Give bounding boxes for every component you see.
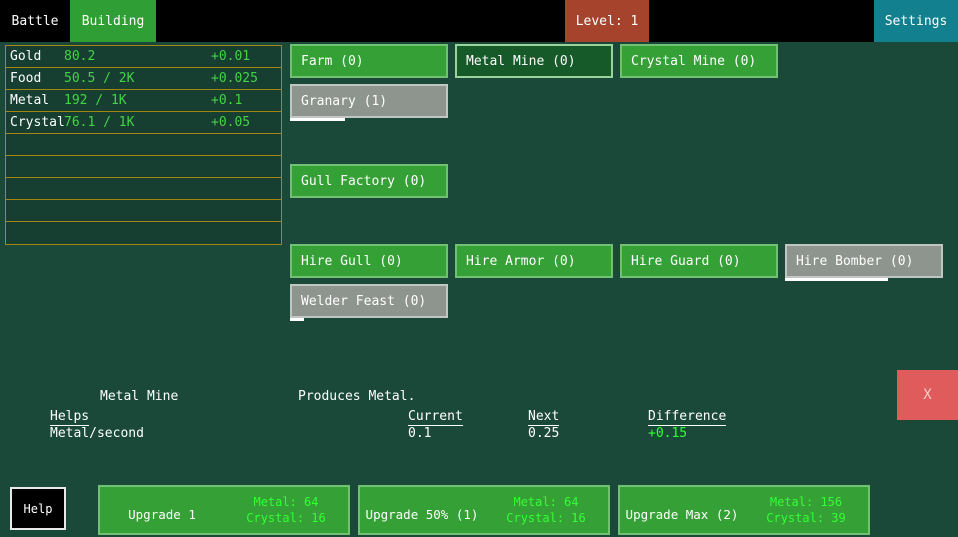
resource-row-empty [6, 178, 281, 200]
cost-crystal: Crystal: 39 [766, 510, 845, 526]
info-row-label: Metal/second [50, 426, 144, 441]
game-screen: Battle Building Level: 1 Settings Gold 8… [0, 0, 958, 537]
resource-row-food: Food 50.5 / 2K +0.025 [6, 68, 281, 90]
resource-row-empty [6, 134, 281, 156]
cost-crystal: Crystal: 16 [246, 510, 325, 526]
resource-row-crystal: Crystal 76.1 / 1K +0.05 [6, 112, 281, 134]
building-button-hire-gull[interactable]: Hire Gull (0) [290, 244, 448, 278]
welder-feast-progress-bar [290, 318, 304, 321]
resource-name: Metal [6, 93, 64, 108]
building-button-farm[interactable]: Farm (0) [290, 44, 448, 78]
resource-row-empty [6, 156, 281, 178]
building-button-hire-armor[interactable]: Hire Armor (0) [455, 244, 613, 278]
info-row-difference: +0.15 [648, 426, 687, 441]
top-bar: Battle Building Level: 1 Settings [0, 0, 958, 42]
upgrade-button-costs: Metal: 64 Crystal: 16 [224, 487, 348, 533]
cost-crystal: Crystal: 16 [506, 510, 585, 526]
info-col-next: Next [528, 409, 559, 426]
info-title: Metal Mine [100, 389, 178, 404]
resource-name: Gold [6, 49, 64, 64]
settings-button[interactable]: Settings [874, 0, 958, 42]
cost-metal: Metal: 156 [770, 494, 842, 510]
upgrade-max-button[interactable]: Upgrade Max (2) Metal: 156 Crystal: 39 [618, 485, 870, 535]
granary-progress-bar [290, 118, 345, 121]
resource-row-metal: Metal 192 / 1K +0.1 [6, 90, 281, 112]
resource-rate: +0.025 [211, 71, 281, 86]
resource-row-empty [6, 200, 281, 222]
help-button[interactable]: Help [10, 487, 66, 530]
upgrade-button-costs: Metal: 156 Crystal: 39 [744, 487, 868, 533]
building-button-metal-mine[interactable]: Metal Mine (0) [455, 44, 613, 78]
info-description: Produces Metal. [298, 389, 415, 404]
resource-value: 50.5 / 2K [64, 71, 211, 86]
resource-row-gold: Gold 80.2 +0.01 [6, 46, 281, 68]
building-button-welder-feast[interactable]: Welder Feast (0) [290, 284, 448, 318]
cost-metal: Metal: 64 [513, 494, 578, 510]
info-col-difference: Difference [648, 409, 726, 426]
building-button-crystal-mine[interactable]: Crystal Mine (0) [620, 44, 778, 78]
resource-value: 192 / 1K [64, 93, 211, 108]
tab-battle[interactable]: Battle [0, 0, 70, 42]
building-button-hire-guard[interactable]: Hire Guard (0) [620, 244, 778, 278]
resource-name: Crystal [6, 115, 64, 130]
building-button-hire-bomber[interactable]: Hire Bomber (0) [785, 244, 943, 278]
resource-rate: +0.05 [211, 115, 281, 130]
info-row-next: 0.25 [528, 426, 559, 441]
upgrade-button-label: Upgrade Max (2) [620, 487, 744, 533]
upgrade-button-label: Upgrade 50% (1) [360, 487, 484, 533]
tab-building[interactable]: Building [70, 0, 156, 42]
info-col-current: Current [408, 409, 463, 426]
hire-bomber-progress-bar [785, 278, 888, 281]
upgrade-button-label: Upgrade 1 [100, 487, 224, 533]
resource-value: 76.1 / 1K [64, 115, 211, 130]
building-button-gull-factory[interactable]: Gull Factory (0) [290, 164, 448, 198]
close-info-button[interactable]: X [897, 370, 958, 420]
building-button-granary[interactable]: Granary (1) [290, 84, 448, 118]
upgrade-1-button[interactable]: Upgrade 1 Metal: 64 Crystal: 16 [98, 485, 350, 535]
level-badge: Level: 1 [565, 0, 649, 42]
resource-table: Gold 80.2 +0.01 Food 50.5 / 2K +0.025 Me… [5, 45, 282, 245]
info-row-current: 0.1 [408, 426, 431, 441]
resource-row-empty [6, 222, 281, 244]
resource-rate: +0.1 [211, 93, 281, 108]
upgrade-button-costs: Metal: 64 Crystal: 16 [484, 487, 608, 533]
upgrade-50-percent-button[interactable]: Upgrade 50% (1) Metal: 64 Crystal: 16 [358, 485, 610, 535]
resource-value: 80.2 [64, 49, 211, 64]
resource-rate: +0.01 [211, 49, 281, 64]
resource-name: Food [6, 71, 64, 86]
info-col-helps: Helps [50, 409, 89, 426]
cost-metal: Metal: 64 [253, 494, 318, 510]
